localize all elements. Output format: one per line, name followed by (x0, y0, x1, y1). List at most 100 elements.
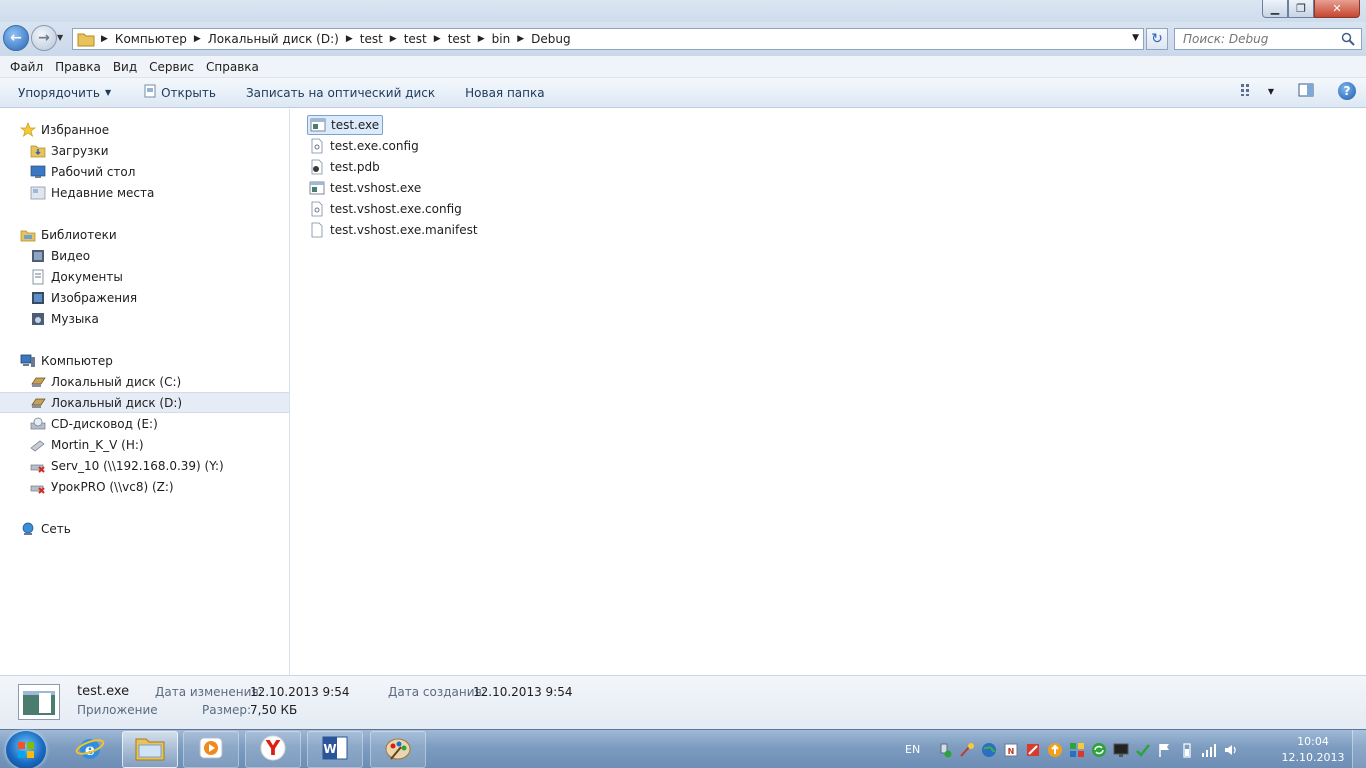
display-icon[interactable] (1112, 741, 1130, 759)
details-file-kind: Приложение (77, 703, 158, 717)
breadcrumb-test-2[interactable]: test (401, 32, 430, 46)
refresh-button[interactable]: ↻ (1146, 28, 1168, 50)
nav-item-drive-c[interactable]: Локальный диск (C:) (0, 371, 289, 392)
menu-tools[interactable]: Сервис (143, 60, 200, 74)
address-dropdown-icon[interactable]: ▼ (1132, 33, 1139, 43)
file-item[interactable]: test.vshost.exe (307, 178, 424, 198)
recent-pages-dropdown[interactable]: ▼ (57, 33, 63, 42)
start-button[interactable] (6, 731, 46, 768)
maximize-button[interactable]: ❐ (1288, 0, 1314, 18)
breadcrumb-test-3[interactable]: test (445, 32, 474, 46)
taskbar-yandex-browser[interactable]: Y (245, 731, 301, 768)
sync-icon[interactable] (1090, 741, 1108, 759)
recent-places-icon (30, 185, 46, 201)
taskbar-windows-explorer[interactable] (122, 731, 178, 768)
chevron-right-icon[interactable]: ▶ (474, 34, 489, 44)
app-grid-icon[interactable] (1068, 741, 1086, 759)
preview-pane-icon[interactable] (1298, 83, 1314, 100)
nav-item-video[interactable]: Видео (0, 245, 289, 266)
new-folder-button[interactable]: Новая папка (449, 86, 558, 100)
nav-item-cd-drive[interactable]: CD-дисковод (E:) (0, 413, 289, 434)
chevron-right-icon[interactable]: ▶ (386, 34, 401, 44)
usb-safe-remove-icon[interactable] (936, 741, 954, 759)
file-item[interactable]: test.pdb (307, 157, 383, 177)
battery-icon[interactable] (1178, 741, 1196, 759)
nav-libraries[interactable]: Библиотеки (0, 224, 289, 245)
navigation-pane: Избранное Загрузки Рабочий стол Недавние… (0, 109, 290, 675)
update-arrow-icon[interactable] (1046, 741, 1064, 759)
close-button[interactable]: ✕ (1314, 0, 1360, 18)
nav-item-downloads[interactable]: Загрузки (0, 140, 289, 161)
forward-button[interactable]: → (31, 25, 57, 51)
chevron-right-icon[interactable]: ▶ (513, 34, 528, 44)
globe-icon[interactable] (980, 741, 998, 759)
details-modified-value[interactable]: 12.10.2013 9:54 (250, 685, 349, 699)
nav-item-documents[interactable]: Документы (0, 266, 289, 287)
language-indicator[interactable]: EN (905, 743, 920, 756)
menu-view[interactable]: Вид (107, 60, 143, 74)
organize-button[interactable]: Упорядочить ▼ (0, 86, 125, 100)
breadcrumb-test-1[interactable]: test (357, 32, 386, 46)
view-dropdown-icon[interactable]: ▼ (1268, 87, 1274, 96)
chevron-right-icon[interactable]: ▶ (190, 34, 205, 44)
command-bar-right: ▼ ? (1240, 82, 1356, 100)
chevron-right-icon[interactable]: ▶ (430, 34, 445, 44)
taskbar-paint-app[interactable] (370, 731, 426, 768)
taskbar: e Y W EN N 10:04 12.10.2013 (0, 729, 1366, 768)
open-button[interactable]: Открыть (125, 84, 230, 101)
nav-item-network-drive-y[interactable]: Serv_10 (\\192.168.0.39) (Y:) (0, 455, 289, 476)
show-desktop-button[interactable] (1352, 730, 1366, 768)
action-center-flag-icon[interactable] (1156, 741, 1174, 759)
file-item[interactable]: test.exe.config (307, 136, 422, 156)
nav-item-desktop[interactable]: Рабочий стол (0, 161, 289, 182)
breadcrumb-drive-d[interactable]: Локальный диск (D:) (205, 32, 342, 46)
taskbar-microsoft-word[interactable]: W (307, 731, 363, 768)
breadcrumb-bin[interactable]: bin (489, 32, 514, 46)
nav-favorites[interactable]: Избранное (0, 119, 289, 140)
search-input[interactable] (1183, 32, 1333, 46)
explorer-folder-icon (134, 734, 166, 765)
antivirus-icon[interactable] (1024, 741, 1042, 759)
address-bar[interactable]: ▶ Компьютер ▶ Локальный диск (D:) ▶ test… (72, 28, 1144, 50)
nav-network-label: Сеть (41, 521, 71, 536)
nav-item-network-drive-z[interactable]: УрокPRO (\\vc8) (Z:) (0, 476, 289, 497)
media-player-icon (196, 733, 226, 766)
nav-network[interactable]: Сеть (0, 518, 289, 539)
signal-strength-icon[interactable] (1200, 741, 1218, 759)
file-item[interactable]: test.vshost.exe.manifest (307, 220, 481, 240)
clock-time: 10:04 (1297, 735, 1329, 748)
burn-button[interactable]: Записать на оптический диск (230, 86, 449, 100)
breadcrumb-computer[interactable]: Компьютер (112, 32, 190, 46)
menu-file[interactable]: Файл (4, 60, 49, 74)
hard-drive-icon (30, 395, 46, 411)
back-button[interactable]: ← (3, 25, 29, 51)
chevron-right-icon[interactable]: ▶ (97, 34, 112, 44)
search-box[interactable] (1174, 28, 1362, 50)
nav-item-drive-d[interactable]: Локальный диск (D:) (0, 392, 289, 413)
view-options-icon[interactable] (1240, 83, 1256, 100)
taskbar-media-player[interactable] (183, 731, 239, 768)
details-created-value[interactable]: 12.10.2013 9:54 (473, 685, 572, 699)
file-item[interactable]: test.vshost.exe.config (307, 199, 465, 219)
taskbar-internet-explorer[interactable]: e (62, 731, 118, 768)
minimize-button[interactable]: ▁ (1262, 0, 1288, 18)
menu-edit[interactable]: Правка (49, 60, 107, 74)
help-icon[interactable]: ? (1338, 82, 1356, 100)
nav-item-pictures[interactable]: Изображения (0, 287, 289, 308)
volume-icon[interactable] (1222, 741, 1240, 759)
checkmark-icon[interactable] (1134, 741, 1152, 759)
chevron-right-icon[interactable]: ▶ (342, 34, 357, 44)
search-icon[interactable] (1341, 32, 1355, 49)
clock[interactable]: 10:04 12.10.2013 (1280, 734, 1346, 766)
menu-help[interactable]: Справка (200, 60, 265, 74)
nav-item-usb-drive[interactable]: Mortin_K_V (H:) (0, 434, 289, 455)
nav-item-pictures-label: Изображения (51, 290, 138, 305)
network-tool-icon[interactable] (958, 741, 976, 759)
downloads-folder-icon (30, 143, 46, 159)
notification-badge-icon[interactable]: N (1002, 741, 1020, 759)
nav-item-recent-places[interactable]: Недавние места (0, 182, 289, 203)
nav-item-music[interactable]: Музыка (0, 308, 289, 329)
nav-computer[interactable]: Компьютер (0, 350, 289, 371)
file-item[interactable]: test.exe (307, 115, 384, 135)
breadcrumb-debug[interactable]: Debug (528, 32, 573, 46)
